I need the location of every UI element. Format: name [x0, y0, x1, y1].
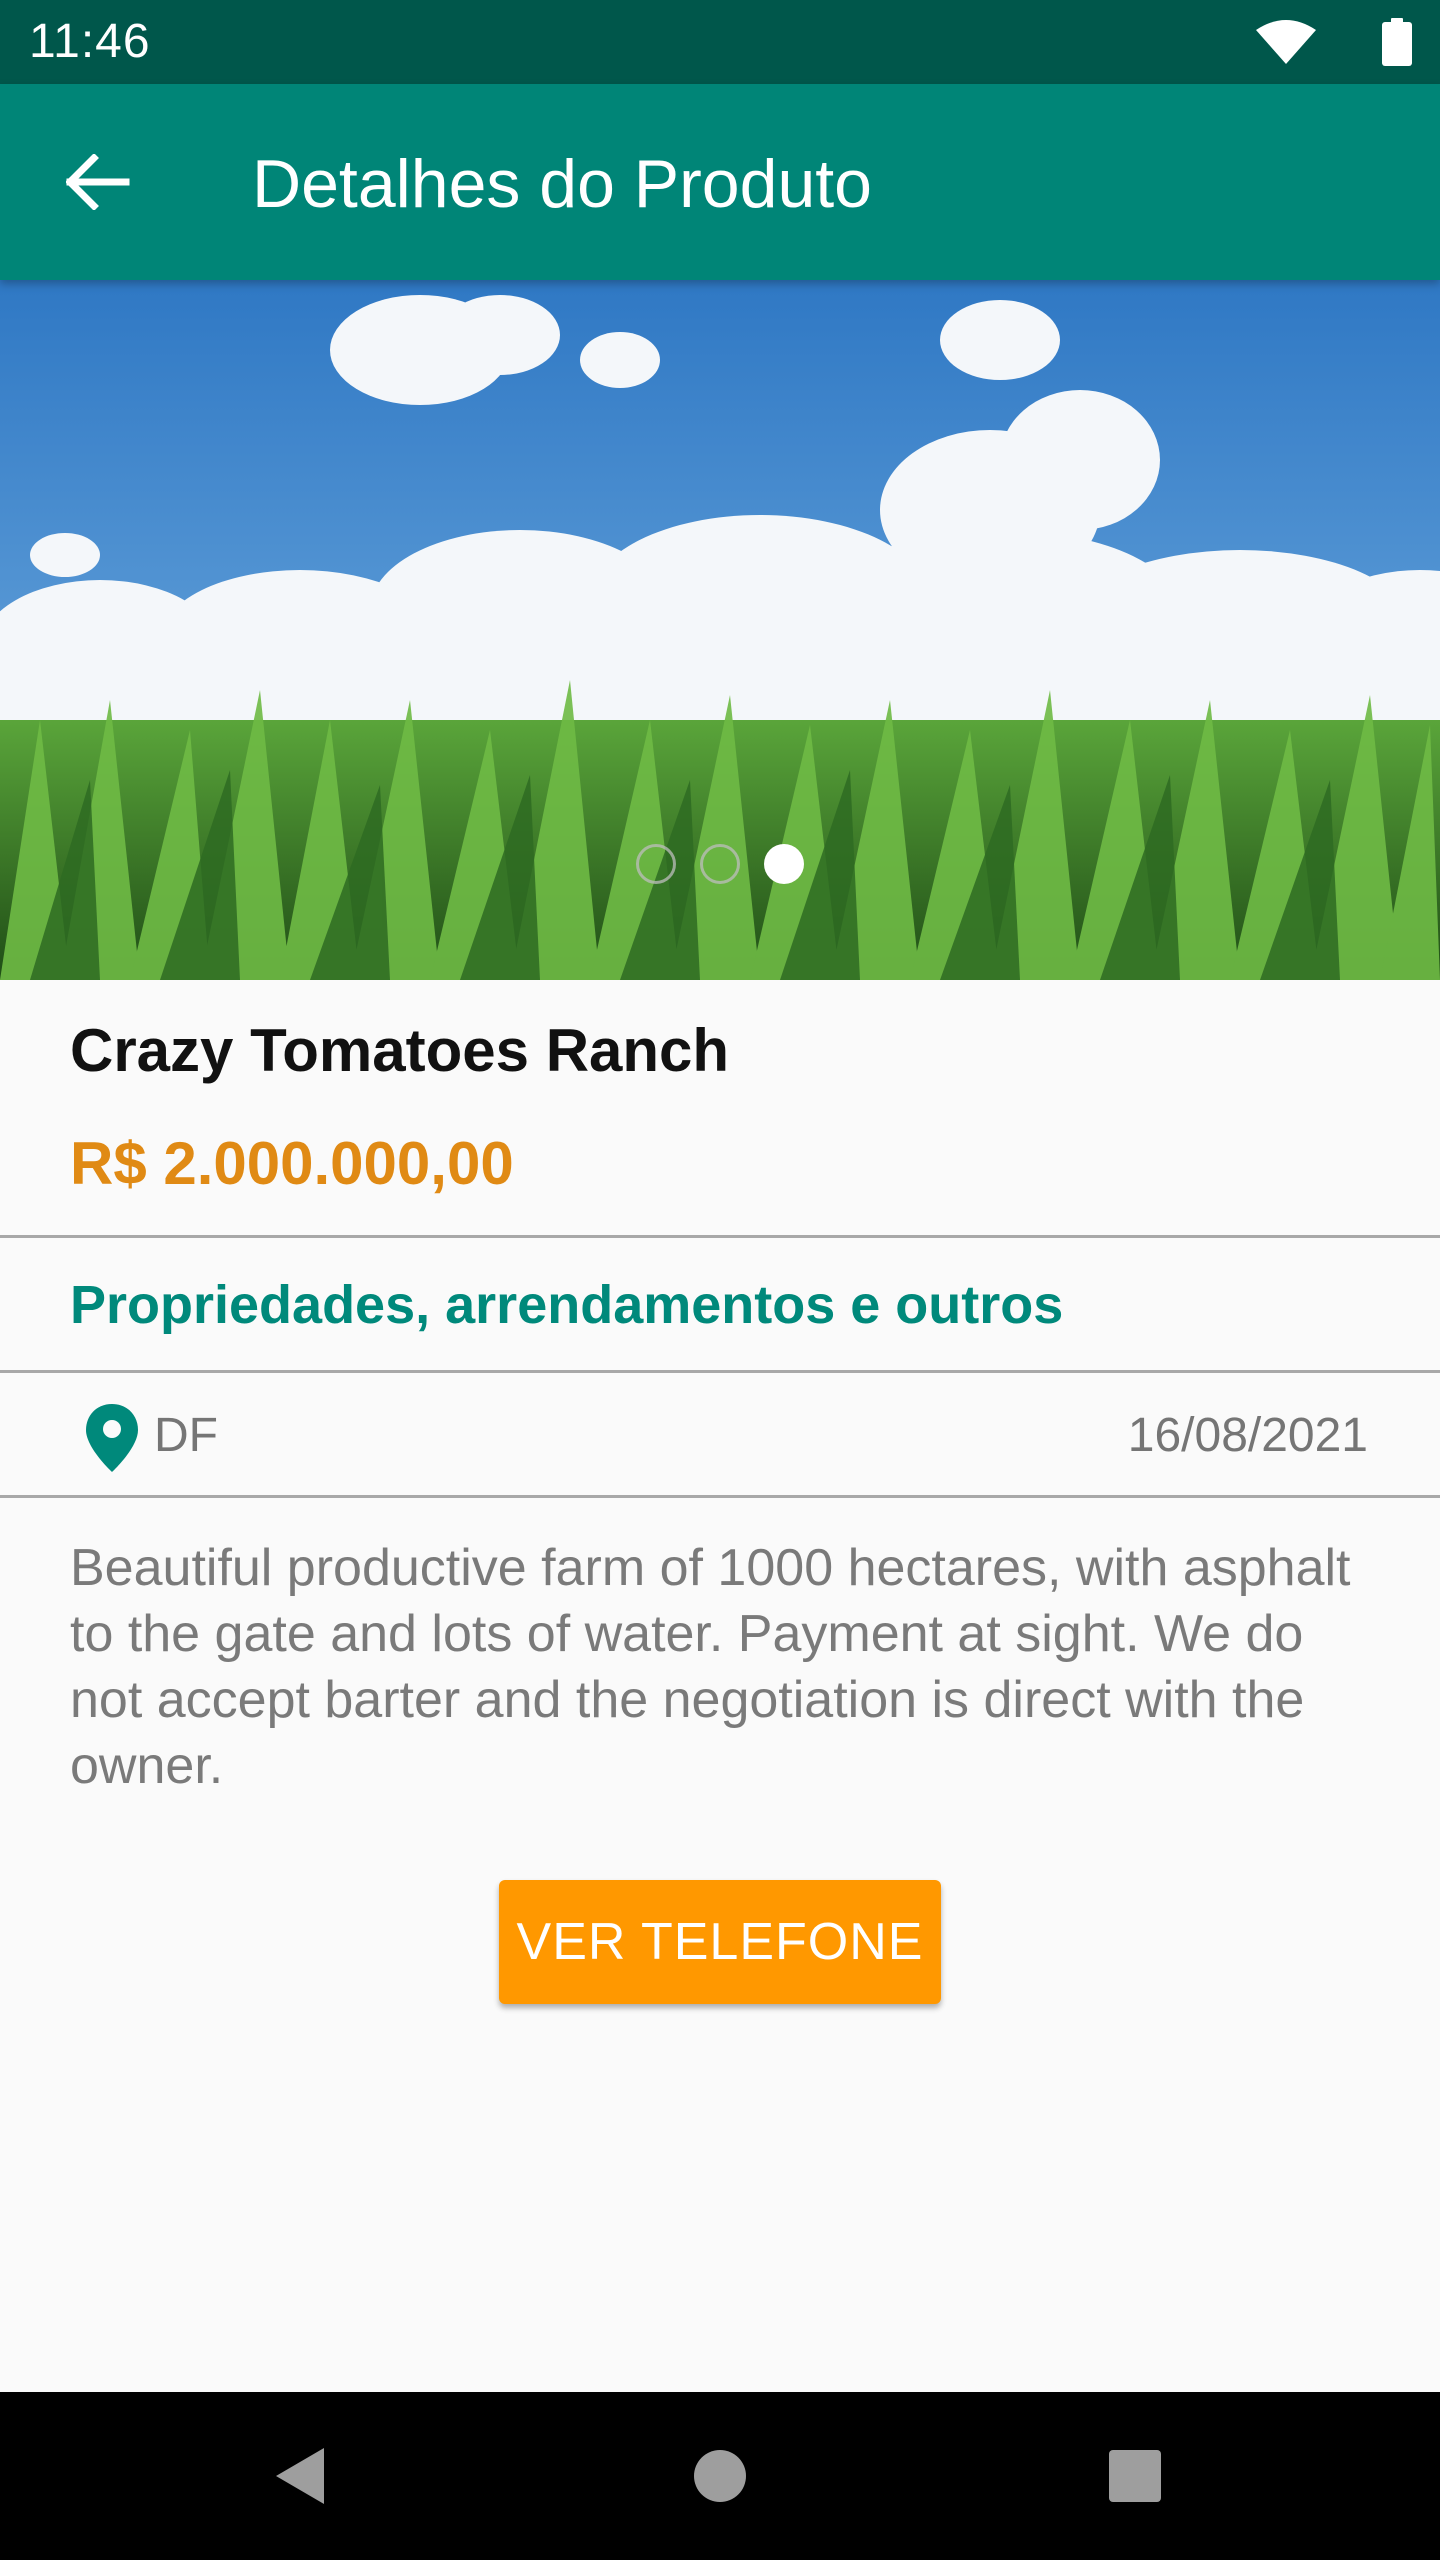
back-triangle-icon — [276, 2448, 324, 2504]
status-bar: 11:46 — [0, 0, 1440, 84]
nav-recents-button[interactable] — [1085, 2426, 1185, 2526]
back-button[interactable] — [50, 142, 146, 222]
home-circle-icon — [694, 2450, 746, 2502]
product-date: 16/08/2021 — [1127, 1409, 1368, 1462]
nav-back-button[interactable] — [250, 2426, 350, 2526]
carousel-dot-1[interactable] — [636, 844, 676, 884]
wifi-icon — [1256, 20, 1316, 64]
divider — [0, 1235, 1440, 1238]
product-category: Propriedades, arrendamentos e outros — [70, 1275, 1064, 1335]
recents-square-icon — [1109, 2450, 1161, 2502]
carousel-dot-3-active[interactable] — [764, 844, 804, 884]
show-phone-button[interactable]: VER TELEFONE — [499, 1880, 941, 2004]
divider — [0, 1370, 1440, 1373]
battery-icon — [1382, 18, 1412, 66]
carousel-indicators — [0, 840, 1440, 890]
status-time: 11:46 — [29, 15, 151, 68]
product-location: DF — [154, 1409, 218, 1462]
location-pin-icon — [86, 1404, 138, 1472]
divider — [0, 1495, 1440, 1498]
product-price: R$ 2.000.000,00 — [70, 1130, 514, 1197]
nav-home-button[interactable] — [670, 2426, 770, 2526]
page-title: Detalhes do Produto — [252, 146, 872, 222]
product-details-screen: 11:46 Detalhes do Produto Crazy Tomatoes… — [0, 0, 1440, 2560]
system-navigation-bar — [0, 2392, 1440, 2560]
arrow-back-icon — [66, 154, 130, 210]
app-bar: Detalhes do Produto — [0, 84, 1440, 280]
carousel-dot-2[interactable] — [700, 844, 740, 884]
product-description: Beautiful productive farm of 1000 hectar… — [70, 1539, 1351, 1795]
product-title: Crazy Tomatoes Ranch — [70, 1017, 730, 1084]
